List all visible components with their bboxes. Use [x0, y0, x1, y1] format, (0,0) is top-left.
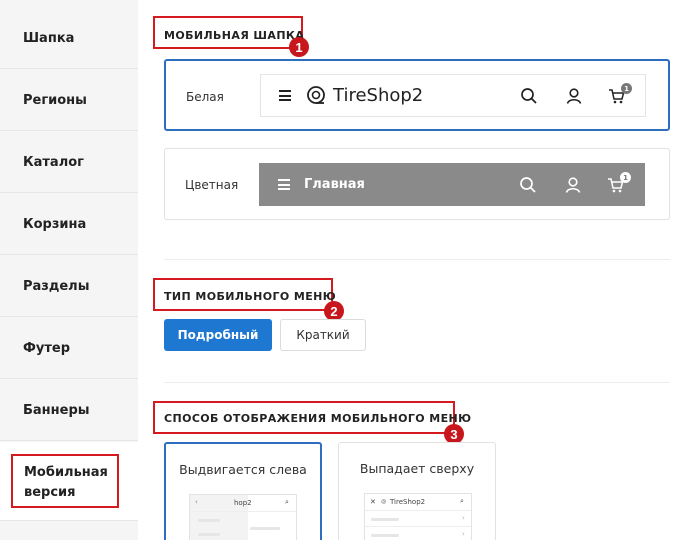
chevron-right-icon: ›: [462, 514, 465, 522]
drop-top-preview: ✕ ◎ TireShop2 ⌕ › ›: [364, 493, 472, 540]
nav-text: Главная: [304, 177, 365, 192]
slide-left-preview: ‹ hop2 ⌕: [189, 494, 297, 540]
mini-logo-text: hop2: [234, 499, 252, 507]
search-icon: ⌕: [285, 498, 289, 506]
annotation-badge-1: 1: [289, 37, 309, 57]
display-option-slide-left[interactable]: Выдвигается слева ‹ hop2 ⌕: [164, 442, 322, 540]
user-icon: [566, 88, 582, 104]
white-header-preview: TireShop2 1: [260, 74, 646, 117]
annotation-badge-2: 2: [324, 301, 344, 321]
sidebar-item-label: Баннеры: [23, 402, 90, 418]
menu-type-short-button[interactable]: Краткий: [280, 319, 366, 351]
sidebar-item-banners[interactable]: Баннеры: [0, 380, 138, 441]
mini-divider: [365, 510, 471, 511]
tire-logo-icon: ◎: [381, 498, 387, 505]
sidebar-item-label: Каталог: [23, 154, 84, 170]
sidebar-item-regions[interactable]: Регионы: [0, 70, 138, 131]
settings-page: Шапка Регионы Каталог Корзина Разделы Фу…: [0, 0, 692, 540]
mini-divider: [190, 511, 296, 512]
sidebar-item-label: Регионы: [23, 92, 87, 108]
menu-type-detailed-button[interactable]: Подробный: [164, 319, 272, 351]
sidebar-item-mobile[interactable]: Мобильная версия: [0, 442, 138, 521]
burger-icon: [279, 90, 291, 101]
colored-header-preview: Главная 1: [259, 163, 645, 206]
option-label: Цветная: [185, 178, 239, 192]
mini-bar: [371, 534, 399, 537]
mini-bar: [250, 527, 280, 530]
mini-bar: [198, 533, 220, 536]
annotation-badge-3: 3: [444, 424, 464, 444]
section-title-display-mode: СПОСОБ ОТОБРАЖЕНИЯ МОБИЛЬНОГО МЕНЮ: [164, 412, 472, 425]
search-icon: ⌕: [460, 497, 464, 505]
close-icon: ✕: [370, 498, 376, 506]
section-title-menu-type: ТИП МОБИЛЬНОГО МЕНЮ: [164, 290, 337, 303]
option-label: Белая: [186, 90, 224, 104]
sidebar: Шапка Регионы Каталог Корзина Разделы Фу…: [0, 0, 138, 540]
sidebar-item-catalog[interactable]: Каталог: [0, 132, 138, 193]
mini-divider: [365, 526, 471, 527]
sidebar-item-label: Разделы: [23, 278, 90, 294]
sidebar-item-label: Корзина: [23, 216, 87, 232]
sidebar-item-label: Шапка: [23, 30, 75, 46]
search-icon: [520, 177, 536, 193]
header-option-white[interactable]: Белая TireShop2 1: [164, 59, 670, 131]
header-option-colored[interactable]: Цветная Главная 1: [164, 148, 670, 220]
logo-text: TireShop2: [333, 85, 424, 106]
user-icon: [565, 177, 581, 193]
cart-count-badge: 1: [621, 83, 632, 94]
mini-bar: [198, 519, 220, 522]
section-divider: [164, 259, 670, 260]
sidebar-item-label: Футер: [23, 340, 71, 356]
display-option-drop-top[interactable]: Выпадает сверху ✕ ◎ TireShop2 ⌕ › ›: [338, 442, 496, 540]
sidebar-item-header[interactable]: Шапка: [0, 8, 138, 69]
sidebar-item-label: Мобильная версия: [11, 454, 119, 508]
chevron-left-icon: ‹: [195, 498, 198, 506]
chevron-right-icon: ›: [462, 530, 465, 538]
option-label: Выдвигается слева: [179, 462, 307, 477]
sidebar-item-sections[interactable]: Разделы: [0, 256, 138, 317]
tire-logo-icon: [307, 86, 325, 104]
section-title-mobile-header: МОБИЛЬНАЯ ШАПКА: [164, 29, 305, 42]
sidebar-item-footer[interactable]: Футер: [0, 318, 138, 379]
burger-icon: [278, 179, 290, 190]
mini-logo-text: TireShop2: [390, 498, 426, 506]
section-divider: [164, 382, 670, 383]
cart-count-badge: 1: [620, 172, 631, 183]
search-icon: [521, 88, 537, 104]
sidebar-item-cart[interactable]: Корзина: [0, 194, 138, 255]
option-label: Выпадает сверху: [359, 461, 475, 476]
mini-bar: [371, 518, 399, 521]
